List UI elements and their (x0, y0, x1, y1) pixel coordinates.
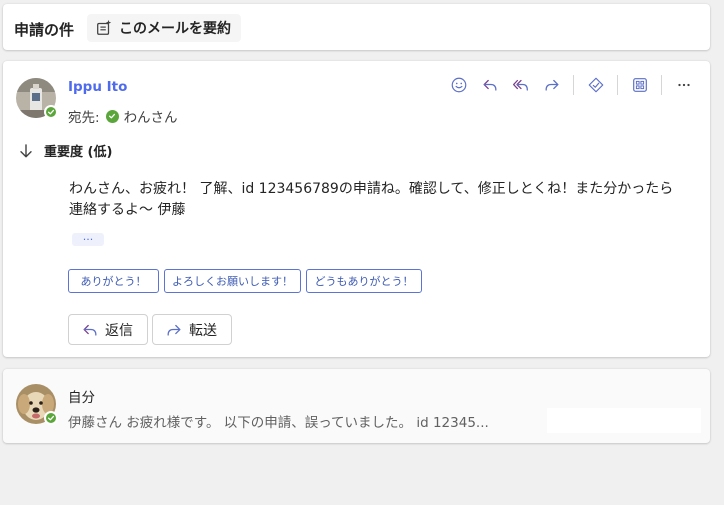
quick-replies: ありがとう！ よろしくお願いします！ どうもありがとう！ (68, 269, 427, 293)
forward-action-button[interactable]: 転送 (152, 314, 232, 345)
presence-available-icon (44, 105, 58, 119)
toolbar-divider (617, 75, 618, 95)
forward-label: 転送 (189, 322, 217, 339)
toolbar-divider (573, 75, 574, 95)
sticker-button[interactable] (580, 73, 611, 97)
forward-icon (167, 324, 181, 336)
more-options-button[interactable] (668, 73, 699, 97)
action-buttons: 返信 転送 (68, 314, 236, 345)
recipient-name[interactable]: わんさん (124, 106, 178, 126)
arrow-down-icon (20, 143, 32, 157)
quick-reply-button[interactable]: どうもありがとう！ (306, 269, 422, 293)
emoji-button[interactable] (443, 73, 474, 97)
subject-bar: 申請の件 このメールを要約 (3, 4, 710, 50)
blank-area (547, 408, 701, 433)
apps-icon (632, 78, 647, 92)
show-more-button[interactable]: ··· (72, 233, 104, 246)
summarize-icon (97, 19, 112, 35)
presence-available-icon (105, 109, 119, 123)
reply-icon (83, 324, 97, 336)
reply-action-button[interactable]: 返信 (68, 314, 148, 345)
to-line: 宛先: わんさん (68, 106, 178, 126)
sticker-icon (588, 77, 603, 93)
sender-name: 自分 (68, 390, 95, 406)
forward-button[interactable] (536, 73, 567, 97)
to-label: 宛先: (68, 110, 100, 126)
sender-name[interactable]: Ippu Ito (68, 79, 127, 95)
quick-reply-button[interactable]: ありがとう！ (68, 269, 159, 293)
message-body: わんさん、お疲れ！ 了解、id 123456789の申請ね。確認して、修正しとく… (69, 181, 674, 218)
summarize-label: このメールを要約 (119, 21, 231, 37)
message-card: Ippu Ito 宛先: わんさん 重要度 (低) わんさん、お疲れ！ 了解、i… (3, 61, 710, 357)
summarize-button[interactable]: このメールを要約 (87, 14, 241, 42)
apps-button[interactable] (624, 73, 655, 97)
toolbar-divider (661, 75, 662, 95)
reply-all-icon (512, 79, 528, 91)
more-icon (677, 83, 690, 87)
collapsed-message-card[interactable]: 自分 伊藤さん お疲れ様です。 以下の申請、誤っていました。 id 12345.… (3, 369, 710, 443)
reply-button[interactable] (474, 73, 505, 97)
quick-reply-button[interactable]: よろしくお願いします！ (164, 269, 301, 293)
importance-indicator: 重要度 (低) (18, 141, 112, 160)
message-toolbar (443, 73, 699, 97)
reply-label: 返信 (105, 322, 133, 339)
subject-title: 申請の件 (14, 21, 75, 39)
importance-label: 重要度 (低) (44, 145, 113, 160)
emoji-icon (451, 77, 466, 93)
reply-all-button[interactable] (505, 73, 536, 97)
reply-icon (483, 79, 496, 91)
message-preview: 伊藤さん お疲れ様です。 以下の申請、誤っていました。 id 12345... (68, 415, 489, 431)
forward-icon (545, 79, 558, 91)
presence-available-icon (44, 411, 58, 425)
